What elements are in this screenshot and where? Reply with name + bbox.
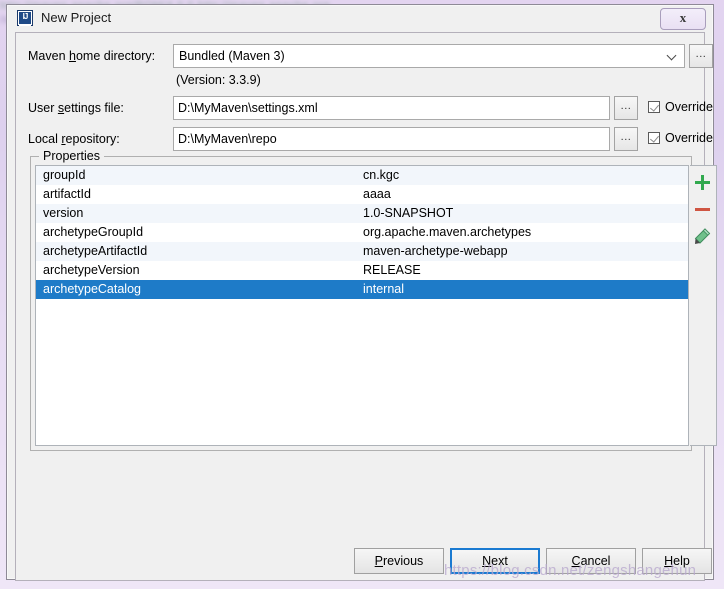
property-key: groupId xyxy=(43,168,86,182)
property-key: archetypeVersion xyxy=(43,263,140,277)
close-icon: x xyxy=(679,10,687,25)
local-repository-input[interactable]: D:\MyMaven\repo xyxy=(173,127,610,151)
user-settings-label-post: ettings file: xyxy=(64,101,124,115)
maven-home-label-pre: Maven xyxy=(28,49,69,63)
local-repository-browse-button[interactable]: ... xyxy=(614,127,638,151)
add-icon-part xyxy=(701,175,704,190)
next-button[interactable]: Next xyxy=(450,548,540,574)
maven-version-note: (Version: 3.3.9) xyxy=(176,73,261,87)
dialog-button-bar: Previous Next Cancel Help xyxy=(15,542,712,581)
property-value: org.apache.maven.archetypes xyxy=(363,225,532,239)
property-value: RELEASE xyxy=(363,263,421,277)
local-repository-label-pre: Local xyxy=(28,132,62,146)
maven-home-value: Bundled (Maven 3) xyxy=(179,49,285,63)
property-key: artifactId xyxy=(43,187,91,201)
user-settings-browse-button[interactable]: ... xyxy=(614,96,638,120)
property-value: aaaa xyxy=(363,187,391,201)
previous-label-post: revious xyxy=(383,554,424,568)
help-label-mnemonic: H xyxy=(664,554,674,568)
property-key: archetypeArtifactId xyxy=(43,244,148,258)
table-row[interactable]: artifactId aaaa xyxy=(36,185,688,204)
local-repository-override-checkbox[interactable]: Override xyxy=(648,131,713,145)
cancel-label-mnemonic: C xyxy=(571,554,581,568)
dialog-titlebar: IJ New Project x xyxy=(7,5,713,32)
properties-toolbar xyxy=(690,165,717,446)
property-value: maven-archetype-webapp xyxy=(363,244,508,258)
remove-property-button[interactable] xyxy=(690,197,715,222)
help-button[interactable]: Help xyxy=(642,548,712,574)
maven-home-browse-button[interactable]: ... xyxy=(689,44,713,68)
chevron-down-icon xyxy=(668,52,677,58)
property-key: version xyxy=(43,206,84,220)
edit-property-button[interactable] xyxy=(690,224,715,249)
next-label-mnemonic: N xyxy=(482,554,492,568)
user-settings-label-pre: User xyxy=(28,101,58,115)
user-settings-override-label: Override xyxy=(665,100,713,114)
intellij-idea-icon: IJ xyxy=(17,10,33,26)
property-value: 1.0-SNAPSHOT xyxy=(363,206,454,220)
user-settings-input[interactable]: D:\MyMaven\settings.xml xyxy=(173,96,610,120)
maven-home-label-post: ome directory: xyxy=(75,49,156,63)
add-property-button[interactable] xyxy=(690,170,715,195)
property-value: internal xyxy=(363,282,404,296)
user-settings-override-checkbox[interactable]: Override xyxy=(648,100,713,114)
checkbox-icon xyxy=(648,101,660,113)
table-row[interactable]: archetypeCatalog internal xyxy=(36,280,688,299)
dialog-title: New Project xyxy=(41,10,112,25)
dialog-content: Maven home directory: Bundled (Maven 3) … xyxy=(15,32,717,572)
property-value: cn.kgc xyxy=(363,168,400,182)
next-label-post: ext xyxy=(491,554,508,568)
local-repository-label-post: epository: xyxy=(65,132,120,146)
user-settings-label: User settings file: xyxy=(28,101,124,115)
previous-button[interactable]: Previous xyxy=(354,548,444,574)
table-row[interactable]: archetypeVersion RELEASE xyxy=(36,261,688,280)
property-key: archetypeCatalog xyxy=(43,282,141,296)
property-key: archetypeGroupId xyxy=(43,225,144,239)
maven-home-combobox[interactable]: Bundled (Maven 3) xyxy=(173,44,685,68)
table-row[interactable]: archetypeGroupId org.apache.maven.archety… xyxy=(36,223,688,242)
cancel-label-post: ancel xyxy=(580,554,611,568)
checkbox-icon xyxy=(648,132,660,144)
local-repository-override-label: Override xyxy=(665,131,713,145)
close-window-button[interactable]: x xyxy=(660,8,706,30)
properties-table[interactable]: groupId cn.kgc artifactId aaaa version 1.0-SN… xyxy=(35,165,689,446)
table-row[interactable]: groupId cn.kgc xyxy=(36,166,688,185)
remove-icon xyxy=(695,208,710,211)
maven-home-label: Maven home directory: xyxy=(28,49,155,63)
table-row[interactable]: version 1.0-SNAPSHOT xyxy=(36,204,688,223)
cancel-button[interactable]: Cancel xyxy=(546,548,636,574)
local-repository-label: Local repository: xyxy=(28,132,120,146)
new-project-dialog: IJ New Project x Maven home directory: B… xyxy=(6,4,717,581)
properties-legend: Properties xyxy=(39,149,104,163)
maven-home-label-mnemonic: h xyxy=(69,49,76,63)
previous-label-mnemonic: P xyxy=(374,554,384,568)
edit-pencil-icon xyxy=(694,228,711,244)
table-row[interactable]: archetypeArtifactId maven-archetype-webap… xyxy=(36,242,688,261)
properties-group: Properties groupId cn.kgc artifactId aaaa ve… xyxy=(30,149,717,451)
help-label-post: elp xyxy=(673,554,690,568)
